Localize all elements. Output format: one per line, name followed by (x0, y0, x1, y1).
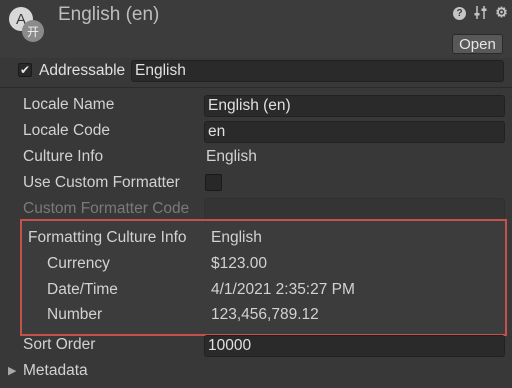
formatting-culture-info-label: Formatting Culture Info (28, 229, 187, 246)
asset-title: English (en) (58, 4, 160, 25)
gear-icon[interactable]: ⚙ (494, 4, 509, 20)
custom-formatter-code-field (204, 198, 505, 220)
locale-code-field[interactable]: en (204, 121, 505, 143)
locale-language-icon: 开 (22, 20, 44, 42)
sort-order-label: Sort Order (23, 336, 96, 353)
metadata-foldout-label[interactable]: Metadata (23, 362, 88, 380)
culture-info-value: English (206, 148, 257, 165)
use-custom-formatter-label: Use Custom Formatter (23, 174, 180, 191)
formatting-culture-info-value[interactable]: English (211, 229, 262, 247)
open-button[interactable]: Open (452, 34, 503, 54)
number-label: Number (47, 306, 103, 323)
datetime-value: 4/1/2021 2:35:27 PM (211, 281, 355, 298)
presets-icon[interactable] (473, 5, 488, 20)
custom-formatter-code-label: Custom Formatter Code (23, 200, 190, 217)
locale-name-field[interactable]: English (en) (204, 95, 505, 117)
foldout-arrow-icon[interactable]: ▶ (8, 364, 16, 377)
checkmark-icon: ✔ (19, 63, 31, 77)
currency-value: $123.00 (211, 255, 268, 272)
addressable-address-field[interactable]: English (131, 60, 504, 82)
sort-order-field[interactable]: 10000 (204, 335, 505, 357)
use-custom-formatter-checkbox[interactable] (205, 174, 222, 191)
datetime-label: Date/Time (47, 281, 118, 298)
addressable-label: Addressable (39, 62, 126, 79)
locale-code-label: Locale Code (23, 122, 111, 139)
help-icon[interactable]: ? (453, 7, 466, 20)
locale-name-label: Locale Name (23, 96, 115, 113)
number-value: 123,456,789.12 (211, 306, 319, 323)
addressable-checkbox[interactable]: ✔ (18, 63, 32, 77)
header-divider (0, 87, 512, 88)
culture-info-label: Culture Info (23, 148, 104, 165)
currency-label: Currency (47, 255, 110, 272)
